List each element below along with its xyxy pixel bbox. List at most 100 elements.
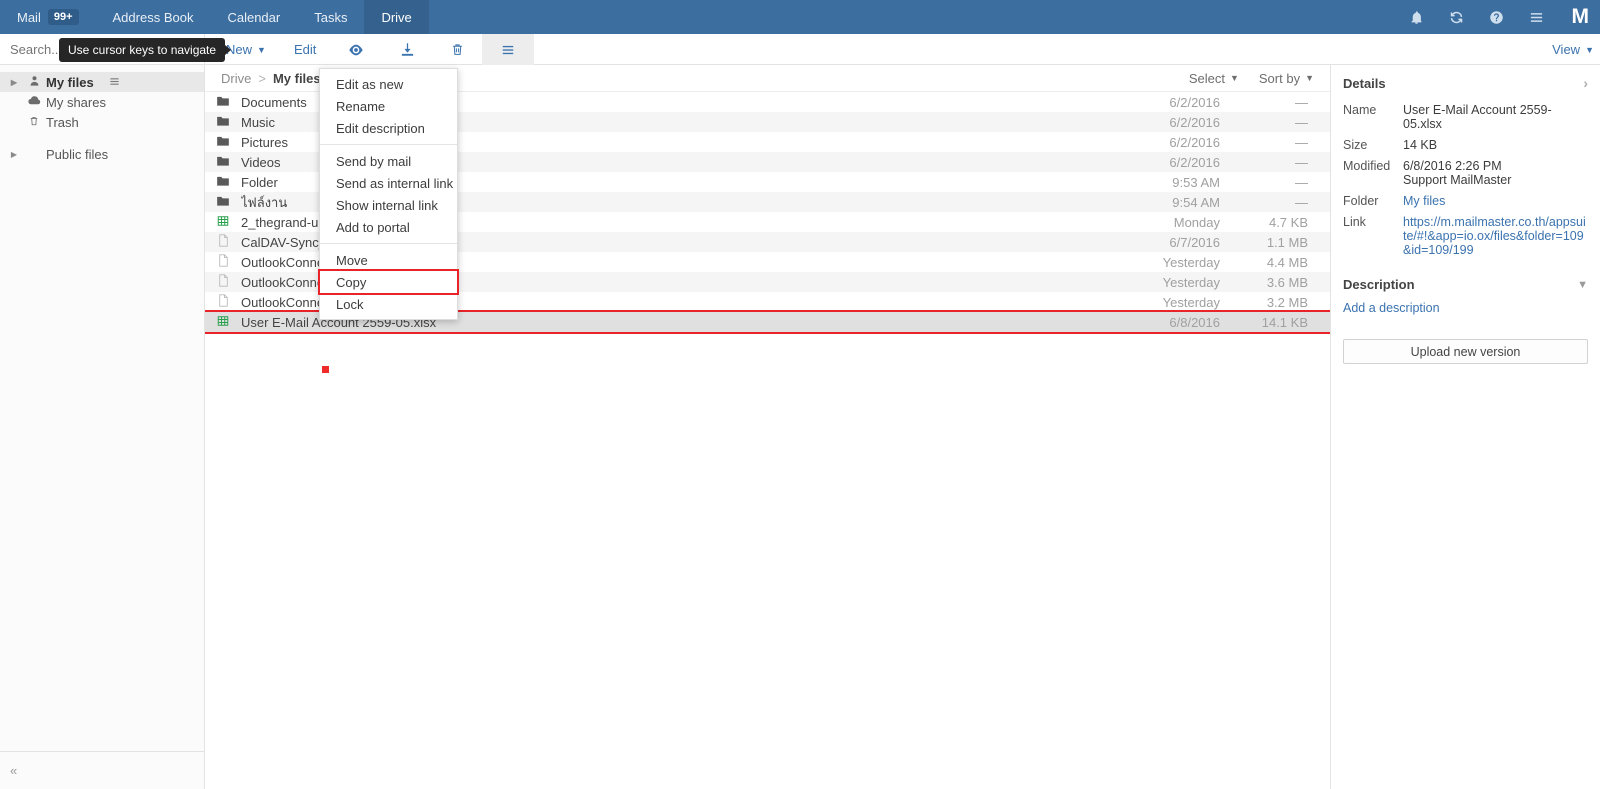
folder-actions-icon[interactable] <box>108 75 121 90</box>
file-date: 6/2/2016 <box>1169 114 1220 130</box>
file-date: Yesterday <box>1162 254 1220 270</box>
add-description-link[interactable]: Add a description <box>1343 301 1588 315</box>
detail-row-size: Size 14 KB <box>1343 138 1588 152</box>
sidebar-item-label: Trash <box>46 114 79 130</box>
menu-item-label: Edit as new <box>336 76 404 92</box>
menu-icon[interactable] <box>1526 6 1548 28</box>
edit-button[interactable]: Edit <box>280 34 330 65</box>
file-size: — <box>1295 134 1308 150</box>
select-dropdown-label: Select <box>1188 70 1225 86</box>
menu-item-add-to-portal[interactable]: Add to portal <box>320 216 457 238</box>
details-title: Details <box>1343 75 1386 91</box>
eye-icon[interactable] <box>330 34 382 65</box>
menu-item-copy[interactable]: Copy <box>318 269 459 295</box>
brand-logo[interactable]: M <box>1572 5 1589 29</box>
menu-item-label: Rename <box>336 98 386 114</box>
details-rows: Name User E-Mail Account 2559-05.xlsx Size… <box>1343 103 1588 257</box>
menu-item-label: Send by mail <box>336 153 412 169</box>
tab-label: Calendar <box>227 9 281 25</box>
menu-separator <box>320 144 457 145</box>
upload-new-version-button[interactable]: Upload new version <box>1343 339 1588 364</box>
sidebar-collapse-button[interactable]: « <box>0 751 205 789</box>
bell-icon[interactable] <box>1406 6 1428 28</box>
tab-label: Mail <box>17 9 41 25</box>
menu-item-show-internal-link[interactable]: Show internal link <box>320 194 457 216</box>
detail-row-name: Name User E-Mail Account 2559-05.xlsx <box>1343 103 1588 131</box>
menu-item-edit-as-new[interactable]: Edit as new <box>320 73 457 95</box>
file-size: — <box>1295 174 1308 190</box>
sidebar-item-label: My files <box>46 74 94 90</box>
unread-badge: 99+ <box>47 9 79 25</box>
tab-mail[interactable]: Mail 99+ <box>0 0 96 34</box>
detail-key: Folder <box>1343 194 1379 208</box>
detail-row-modified: Modified 6/8/2016 2:26 PM Support MailMas… <box>1343 159 1588 187</box>
cloud-icon <box>22 95 46 109</box>
sidebar-item-label: My shares <box>46 94 106 110</box>
menu-item-label: Copy <box>336 274 367 290</box>
file-date: 9:53 AM <box>1172 174 1220 190</box>
menu-item-label: Show internal link <box>336 197 438 213</box>
file-date: 6/2/2016 <box>1169 154 1220 170</box>
menu-item-edit-description[interactable]: Edit description <box>320 117 457 139</box>
tab-address-book[interactable]: Address Book <box>96 0 211 34</box>
menu-item-send-by-mail[interactable]: Send by mail <box>320 150 457 172</box>
sidebar-item-public-files[interactable]: ▶ Public files <box>0 144 204 164</box>
help-icon[interactable] <box>1486 6 1508 28</box>
file-date: 6/7/2016 <box>1169 234 1220 250</box>
menu-item-move[interactable]: Move <box>320 249 457 271</box>
folder-icon <box>205 195 241 210</box>
chevron-down-icon: ▼ <box>1585 44 1594 55</box>
sort-dropdown[interactable]: Sort by ▼ <box>1259 71 1314 86</box>
menu-item-label: Add to portal <box>336 219 410 235</box>
document-icon <box>205 274 241 290</box>
tab-label: Tasks <box>314 9 348 25</box>
document-icon <box>205 294 241 310</box>
app-topbar: Mail 99+ Address Book Calendar Tasks Drive M <box>0 0 1600 34</box>
folder-icon <box>205 155 241 170</box>
file-size: — <box>1295 114 1308 130</box>
chevron-down-icon[interactable]: ▼ <box>1577 279 1588 291</box>
detail-value: User E-Mail Account 2559-05.xlsx <box>1403 103 1552 131</box>
detail-key: Link <box>1343 215 1366 229</box>
refresh-icon[interactable] <box>1446 6 1468 28</box>
select-dropdown[interactable]: Select ▼ <box>1189 71 1239 86</box>
tab-calendar[interactable]: Calendar <box>210 0 297 34</box>
breadcrumb-root[interactable]: Drive <box>221 71 251 86</box>
file-date: Monday <box>1173 214 1220 230</box>
tab-label: Address Book <box>112 9 194 25</box>
menu-item-send-as-internal-link[interactable]: Send as internal link <box>320 172 457 194</box>
detail-value: 14 KB <box>1403 138 1438 152</box>
folder-icon <box>205 95 241 110</box>
menu-item-lock[interactable]: Lock <box>320 293 457 315</box>
detail-value[interactable]: My files <box>1403 194 1445 208</box>
sidebar-item-my-shares[interactable]: My shares <box>0 92 204 112</box>
close-icon[interactable]: › <box>1583 75 1588 91</box>
menu-item-rename[interactable]: Rename <box>320 95 457 117</box>
file-size: 4.7 KB <box>1268 214 1308 230</box>
sidebar-item-trash[interactable]: Trash <box>0 112 204 132</box>
tab-drive[interactable]: Drive <box>364 0 429 34</box>
file-date: 6/2/2016 <box>1169 94 1220 110</box>
chevron-right-icon[interactable]: ▶ <box>6 150 22 159</box>
tab-tasks[interactable]: Tasks <box>297 0 364 34</box>
sidebar-item-my-files[interactable]: ▶ My files <box>0 72 204 92</box>
details-panel: Details › Name User E-Mail Account 2559-0… <box>1330 65 1600 789</box>
folder-icon <box>205 135 241 150</box>
chevron-down-icon: ▼ <box>1229 73 1239 83</box>
spreadsheet-icon <box>205 215 241 230</box>
file-date: 9:54 AM <box>1172 194 1220 210</box>
menu-separator <box>320 243 457 244</box>
sidebar-item-label: Public files <box>46 146 109 162</box>
folder-icon <box>205 115 241 130</box>
secondary-toolbar: New ▼ Edit View ▼ <box>0 34 1600 65</box>
chevron-right-icon[interactable]: ▶ <box>6 78 22 87</box>
view-button[interactable]: View ▼ <box>1552 34 1594 65</box>
document-icon <box>205 254 241 270</box>
hamburger-icon[interactable] <box>482 34 535 65</box>
trash-icon[interactable] <box>433 34 482 65</box>
detail-value[interactable]: https://m.mailmaster.co.th/appsuite/#!&a… <box>1403 215 1588 257</box>
detail-value: 6/8/2016 2:26 PM Support MailMaster <box>1403 159 1512 187</box>
detail-key: Name <box>1343 103 1377 117</box>
detail-key: Size <box>1343 138 1368 152</box>
download-icon[interactable] <box>382 34 433 65</box>
